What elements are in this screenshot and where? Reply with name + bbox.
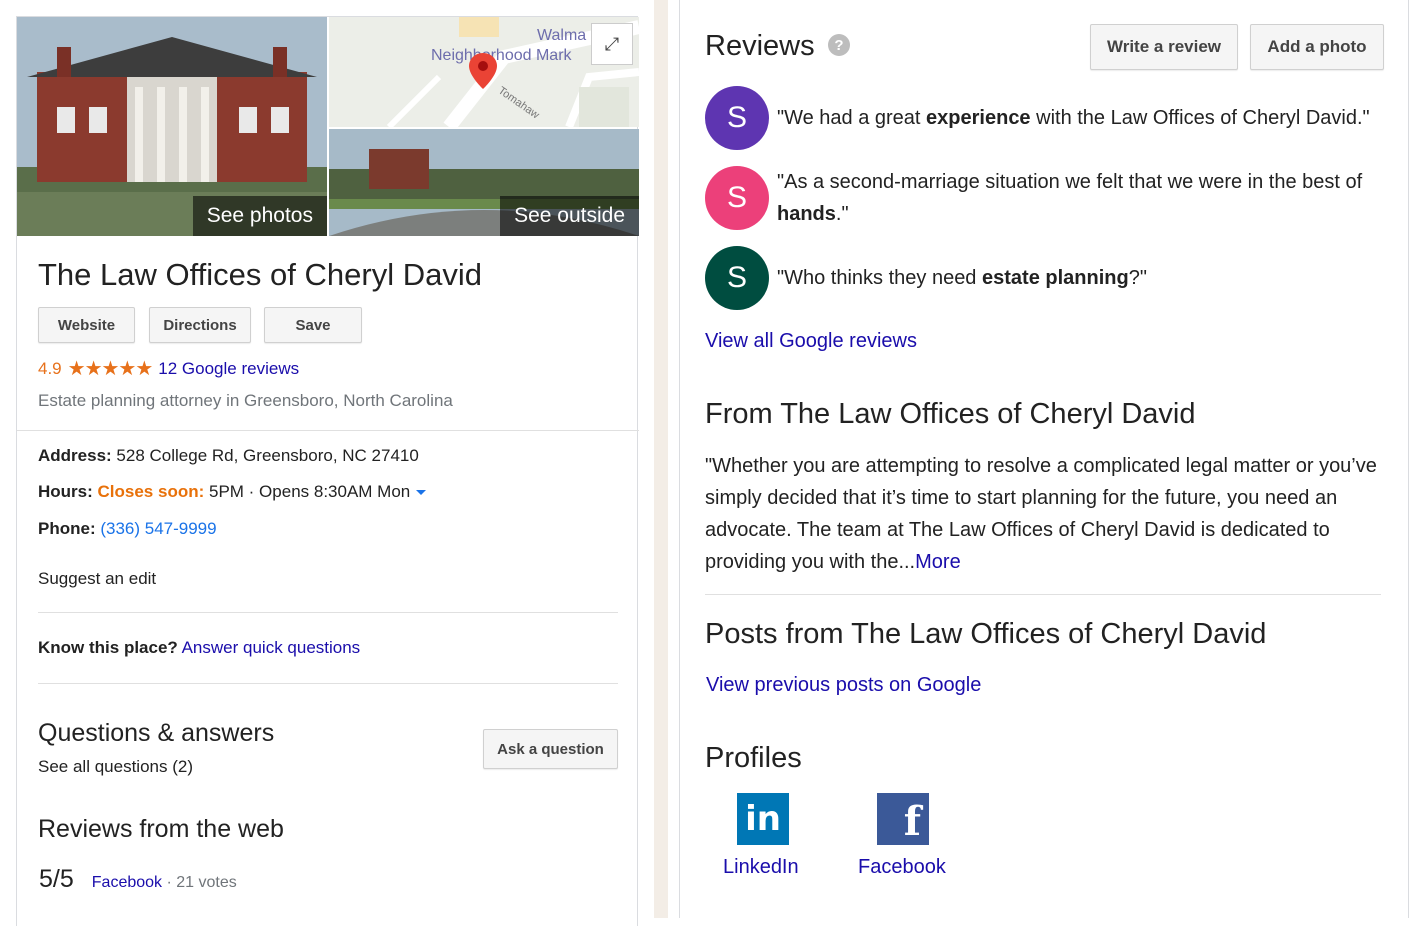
rating-value: 4.9 [38, 358, 62, 378]
see-outside-label[interactable]: See outside [500, 196, 639, 236]
facebook-review-link[interactable]: Facebook [92, 874, 162, 891]
facebook-icon[interactable]: f [877, 793, 929, 845]
chevron-down-icon[interactable] [416, 490, 427, 496]
street-view-photo[interactable]: See outside [329, 129, 639, 236]
divider [705, 594, 1381, 595]
business-category: Estate planning attorney in Greensboro, … [38, 391, 453, 410]
from-business-title: From The Law Offices of Cheryl David [705, 398, 1196, 430]
suggest-edit-link[interactable]: Suggest an edit [38, 569, 156, 589]
review-text: ." [835, 203, 849, 225]
address-label: Address: [38, 446, 112, 465]
posts-title: Posts from The Law Offices of Cheryl Dav… [705, 618, 1267, 650]
column-gutter [654, 0, 668, 918]
knowledge-panel: See photos Walma Neighborhood Mark Tomah… [16, 16, 639, 926]
divider [38, 612, 618, 613]
more-link[interactable]: More [915, 551, 961, 573]
add-photo-button[interactable]: Add a photo [1250, 24, 1384, 70]
avatar: S [705, 246, 769, 310]
profiles-title: Profiles [705, 742, 802, 774]
phone-row: Phone: (336) 547-9999 [38, 519, 217, 539]
hours-label: Hours: [38, 482, 93, 501]
review-keyword: hands [777, 203, 836, 225]
reviews-title: Reviews [705, 30, 815, 62]
see-all-questions-link[interactable]: See all questions (2) [38, 757, 193, 777]
map-thumbnail[interactable]: Walma Neighborhood Mark Tomahaw ⤢ [329, 17, 639, 127]
view-all-reviews-link[interactable]: View all Google reviews [705, 330, 917, 353]
phone-link[interactable]: (336) 547-9999 [100, 519, 216, 538]
hours-row[interactable]: Hours: Closes soon: 5PM · Opens 8:30AM M… [38, 482, 427, 502]
see-photos-label[interactable]: See photos [192, 196, 327, 236]
description-text: "Whether you are attempting to resolve a… [705, 455, 1377, 573]
linkedin-icon[interactable]: in [737, 793, 789, 845]
help-icon[interactable]: ? [828, 34, 850, 56]
review-text: ?" [1128, 267, 1147, 289]
from-business-description: "Whether you are attempting to resolve a… [705, 450, 1385, 578]
qa-title: Questions & answers [38, 719, 275, 747]
avatar: S [705, 166, 769, 230]
divider [17, 430, 639, 431]
answer-questions-link[interactable]: Answer quick questions [182, 638, 361, 657]
map-label-walmart: Walma [537, 27, 587, 44]
web-review-row: 5/5 Facebook · 21 votes [39, 865, 237, 894]
know-place-row: Know this place? Answer quick questions [38, 638, 360, 658]
map-pin-icon [469, 53, 497, 89]
linkedin-link[interactable]: LinkedIn [723, 856, 799, 879]
review-text: "Who thinks they need [777, 267, 982, 289]
map-label-neighborhood: Neighborhood Mark [431, 47, 572, 64]
web-review-score: 5/5 [39, 865, 74, 893]
review-snippet[interactable]: "We had a great experience with the Law … [777, 102, 1392, 134]
website-button[interactable]: Website [38, 307, 135, 343]
ask-question-button[interactable]: Ask a question [483, 729, 618, 769]
phone-label: Phone: [38, 519, 96, 538]
review-snippet[interactable]: "As a second-marriage situation we felt … [777, 166, 1392, 230]
divider [38, 683, 618, 684]
business-name: The Law Offices of Cheryl David [38, 257, 482, 292]
review-keyword: experience [926, 107, 1031, 129]
business-photo[interactable]: See photos [17, 17, 327, 236]
view-posts-link[interactable]: View previous posts on Google [706, 674, 981, 697]
expand-map-icon[interactable]: ⤢ [591, 23, 633, 65]
write-review-button[interactable]: Write a review [1090, 24, 1238, 70]
know-place-label: Know this place? [38, 638, 178, 657]
save-button[interactable]: Save [264, 307, 362, 343]
facebook-link[interactable]: Facebook [858, 856, 946, 879]
star-rating-icon: ★★★★★ [67, 358, 154, 380]
review-keyword: estate planning [982, 267, 1129, 289]
rating-row: 4.9 ★★★★★ 12 Google reviews [38, 356, 299, 381]
directions-button[interactable]: Directions [149, 307, 251, 343]
closes-soon-label: Closes soon: [97, 482, 205, 501]
review-text: "As a second-marriage situation we felt … [777, 171, 1363, 193]
google-reviews-link[interactable]: 12 Google reviews [158, 359, 299, 379]
reviews-panel: Reviews ? Write a review Add a photo S "… [679, 0, 1409, 918]
avatar: S [705, 86, 769, 150]
address-row: Address: 528 College Rd, Greensboro, NC … [38, 446, 419, 466]
address-value[interactable]: 528 College Rd, Greensboro, NC 27410 [116, 446, 418, 465]
web-reviews-title: Reviews from the web [38, 815, 284, 843]
review-text: with the Law Offices of Cheryl David." [1030, 107, 1370, 129]
hours-value: 5PM · Opens 8:30AM Mon [209, 482, 411, 501]
votes-count: · 21 votes [166, 874, 237, 891]
review-snippet[interactable]: "Who thinks they need estate planning?" [777, 262, 1392, 294]
review-text: "We had a great [777, 107, 927, 129]
